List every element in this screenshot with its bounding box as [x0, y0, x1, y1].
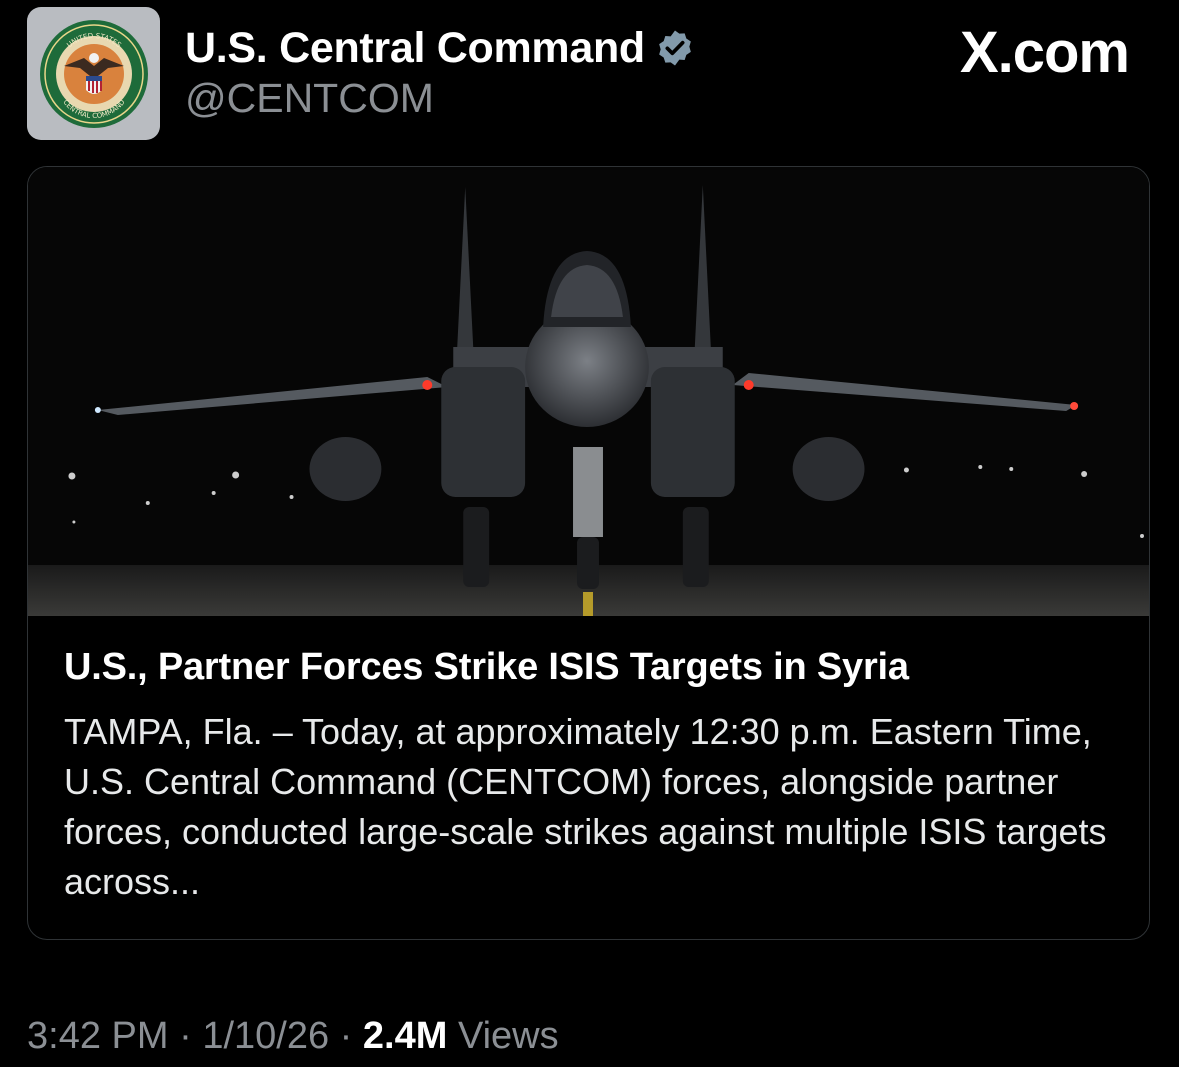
post-date[interactable]: 1/10/26 [202, 1015, 329, 1057]
link-card-title[interactable]: U.S., Partner Forces Strike ISIS Targets… [64, 645, 1124, 691]
avatar[interactable]: UNITED STATES CENTRAL COMMAND [27, 7, 160, 140]
author-name-row[interactable]: U.S. Central Command [185, 20, 695, 76]
post-metadata: 3:42 PM · 1/10/26 · 2.4M Views [27, 1015, 559, 1058]
verified-badge-icon[interactable] [655, 28, 695, 68]
author-handle[interactable]: @CENTCOM [185, 75, 434, 121]
link-card-description: TAMPA, Fla. – Today, at approximately 12… [64, 711, 1107, 902]
x-com-logo: X.com [959, 20, 1130, 85]
meta-separator: · [339, 1015, 353, 1057]
meta-separator: · [179, 1015, 192, 1057]
centcom-seal-icon: UNITED STATES CENTRAL COMMAND [39, 19, 148, 128]
post-time[interactable]: 3:42 PM [27, 1015, 169, 1057]
views-count: 2.4M [362, 1015, 448, 1057]
fighter-jet-photo [28, 167, 1149, 616]
link-card[interactable]: U.S., Partner Forces Strike ISIS Targets… [27, 166, 1150, 940]
author-display-name[interactable]: U.S. Central Command [185, 26, 645, 70]
views-label: Views [457, 1015, 559, 1057]
